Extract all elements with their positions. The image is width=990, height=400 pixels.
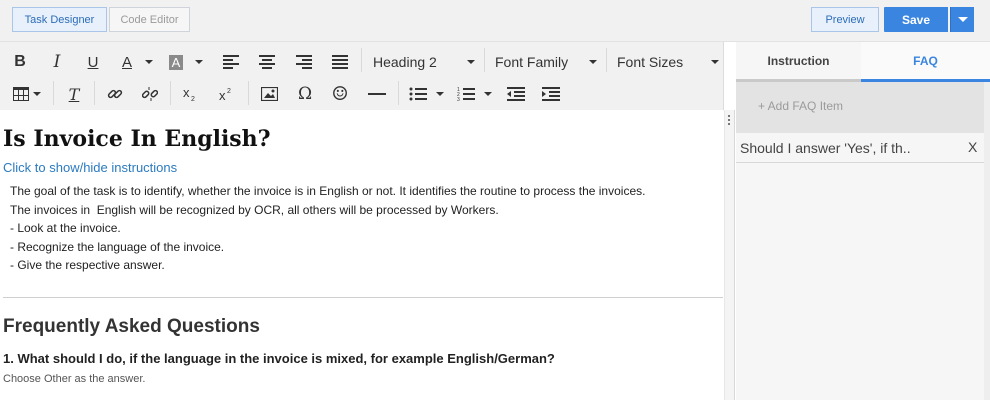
faq-list-item[interactable]: Should I answer 'Yes', if th.. X [736, 134, 984, 163]
svg-text:x: x [219, 88, 226, 102]
chevron-down-icon [711, 60, 719, 64]
faq-answer: Choose Other as the answer. [3, 373, 146, 385]
underline-icon[interactable]: U [82, 49, 104, 75]
clear-formatting-icon[interactable]: T [63, 81, 85, 107]
italic-icon[interactable]: I [46, 49, 68, 75]
emoji-icon[interactable]: ☺ [329, 81, 351, 107]
instruction-line: - Look at the invoice. [10, 221, 121, 235]
save-options-dropdown[interactable] [950, 7, 974, 32]
page-title: Is Invoice In English? [3, 126, 271, 152]
chevron-down-icon [589, 60, 597, 64]
tab-faq[interactable]: FAQ [861, 42, 990, 82]
heading-select[interactable]: Heading 2 [373, 48, 481, 76]
svg-text:3: 3 [457, 97, 460, 101]
preview-button[interactable]: Preview [811, 7, 879, 32]
tab-instruction[interactable]: Instruction [736, 42, 861, 82]
horizontal-line-icon[interactable] [366, 81, 388, 107]
right-panel: Instruction FAQ + Add FAQ Item Should I … [736, 42, 990, 400]
image-icon[interactable] [258, 81, 280, 107]
faq-heading: Frequently Asked Questions [3, 316, 260, 337]
task-designer-tab[interactable]: Task Designer [12, 7, 107, 32]
font-family-select-value: Font Family [495, 54, 569, 70]
top-bar: Task Designer Code Editor Preview Save [0, 0, 990, 42]
add-faq-item-button[interactable]: + Add FAQ Item [758, 99, 843, 113]
numbered-list-icon[interactable]: 123 [455, 81, 477, 107]
link-icon[interactable] [104, 81, 126, 107]
svg-text:2: 2 [227, 88, 231, 95]
numbered-list-caret-icon[interactable] [484, 92, 492, 96]
special-character-icon[interactable]: Ω [294, 81, 316, 107]
bold-icon[interactable]: B [9, 49, 31, 75]
code-editor-tab[interactable]: Code Editor [109, 7, 190, 32]
align-right-icon[interactable] [295, 49, 313, 75]
divider [3, 297, 723, 298]
panel-resize-handle[interactable] [724, 110, 735, 400]
table-icon[interactable] [11, 81, 31, 107]
scrollbar[interactable] [984, 82, 990, 400]
svg-text:x: x [183, 86, 190, 100]
align-left-icon[interactable] [222, 49, 240, 75]
editor-toolbar: B I U A A Heading 2 Font Family Font Siz… [0, 42, 724, 110]
toggle-instructions-link[interactable]: Click to show/hide instructions [3, 160, 177, 175]
chevron-down-icon [467, 60, 475, 64]
background-color-icon[interactable]: A [166, 49, 186, 75]
font-family-select[interactable]: Font Family [495, 48, 603, 76]
text-color-caret-icon[interactable] [145, 60, 153, 64]
align-center-icon[interactable] [258, 49, 276, 75]
close-icon[interactable]: X [968, 139, 977, 155]
svg-text:2: 2 [191, 96, 195, 102]
align-justify-icon[interactable] [331, 49, 349, 75]
bullet-list-caret-icon[interactable] [436, 92, 444, 96]
instruction-line: - Give the respective answer. [10, 258, 165, 272]
heading-select-value: Heading 2 [373, 54, 437, 70]
faq-question: 1. What should I do, if the language in … [3, 351, 555, 366]
instructions-block: The goal of the task is to identify, whe… [10, 182, 720, 275]
save-button[interactable]: Save [884, 7, 948, 32]
bullet-list-icon[interactable] [407, 81, 429, 107]
font-sizes-select-value: Font Sizes [617, 54, 684, 70]
grip-icon [728, 115, 731, 127]
font-sizes-select[interactable]: Font Sizes [617, 48, 721, 76]
faq-item-label: Should I answer 'Yes', if th.. [740, 140, 911, 156]
superscript-icon[interactable]: x2 [216, 81, 238, 107]
outdent-icon[interactable] [505, 81, 527, 107]
text-color-icon[interactable]: A [116, 49, 138, 75]
instruction-line: The invoices in English will be recogniz… [10, 202, 499, 217]
unlink-icon[interactable] [139, 81, 161, 107]
instruction-line: The goal of the task is to identify, whe… [10, 184, 646, 198]
background-color-caret-icon[interactable] [195, 60, 203, 64]
editor-content[interactable]: Is Invoice In English? Click to show/hid… [0, 110, 724, 400]
table-caret-icon[interactable] [33, 92, 41, 96]
instruction-line: - Recognize the language of the invoice. [10, 239, 225, 254]
indent-icon[interactable] [540, 81, 562, 107]
subscript-icon[interactable]: x2 [180, 81, 202, 107]
